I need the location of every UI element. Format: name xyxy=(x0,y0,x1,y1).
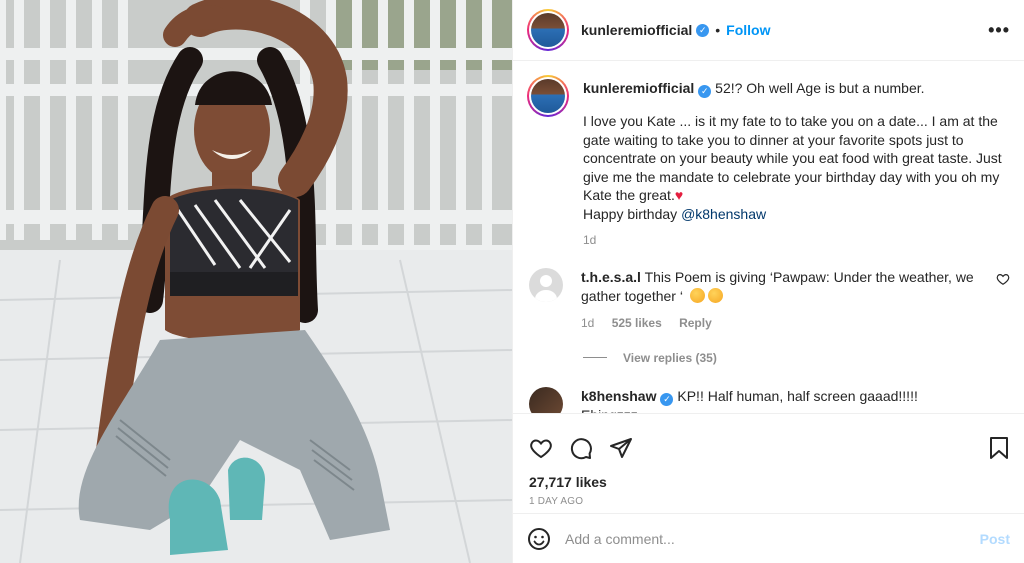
laughing-emoji-icon xyxy=(689,287,705,303)
comment-input[interactable] xyxy=(565,530,980,547)
commenter-avatar[interactable] xyxy=(529,267,563,302)
bookmark-icon[interactable] xyxy=(988,436,1010,460)
verified-badge-icon: ✓ xyxy=(696,23,710,37)
post-image[interactable] xyxy=(0,0,512,563)
post-side-panel: kunleremiofficial ✓ • Follow ••• kunlere… xyxy=(512,0,1024,563)
comment-item: t.h.e.s.a.l This Poem is giving ‘Pawpaw:… xyxy=(527,267,1010,333)
smiley-icon[interactable] xyxy=(527,527,551,551)
comment-like-heart-icon[interactable] xyxy=(996,272,1010,286)
likes-count[interactable]: 27,717 likes xyxy=(513,468,1024,490)
add-comment-bar: Post xyxy=(513,513,1024,563)
caption-username[interactable]: kunleremiofficial xyxy=(583,80,694,96)
author-username[interactable]: kunleremiofficial xyxy=(581,22,692,38)
author-avatar[interactable] xyxy=(527,9,569,51)
post-photo-illustration xyxy=(0,0,512,563)
view-replies-label: View replies (35) xyxy=(623,350,717,365)
replies-divider xyxy=(583,357,607,358)
comment-icon[interactable] xyxy=(569,436,593,460)
heart-icon[interactable] xyxy=(529,436,553,460)
laughing-emoji-icon xyxy=(707,287,723,303)
mention-link[interactable]: @k8henshaw xyxy=(681,206,766,222)
post-header: kunleremiofficial ✓ • Follow ••• xyxy=(513,0,1024,61)
separator-dot: • xyxy=(715,22,721,38)
comment-likes[interactable]: 525 likes xyxy=(612,316,662,330)
instagram-post: kunleremiofficial ✓ • Follow ••• kunlere… xyxy=(0,0,1024,563)
verified-badge-icon: ✓ xyxy=(660,392,674,406)
verified-badge-icon: ✓ xyxy=(698,85,712,98)
post-caption: kunleremiofficial ✓ 52!? Oh well Age is b… xyxy=(527,75,1010,250)
follow-button[interactable]: Follow xyxy=(726,22,770,38)
caption-body-text: I love you Kate ... is it my fate to to … xyxy=(583,113,1002,203)
red-heart-emoji-icon: ♥ xyxy=(674,187,684,203)
view-replies-button[interactable]: View replies (35) xyxy=(583,351,1010,365)
paper-plane-icon[interactable] xyxy=(609,436,633,460)
caption-age[interactable]: 1d xyxy=(583,233,596,247)
caption-first-line: 52!? Oh well Age is but a number. xyxy=(715,80,925,96)
commenter-username[interactable]: k8henshaw xyxy=(581,388,656,404)
caption-author-avatar[interactable] xyxy=(527,75,569,117)
post-timestamp[interactable]: 1 DAY AGO xyxy=(513,490,1024,507)
more-options-icon[interactable]: ••• xyxy=(988,20,1010,41)
commenter-username[interactable]: t.h.e.s.a.l xyxy=(581,269,641,285)
comment-item: k8henshaw ✓ KP!! Half human, half screen … xyxy=(527,386,1010,413)
reply-button[interactable]: Reply xyxy=(679,316,712,330)
commenter-avatar[interactable] xyxy=(529,386,563,413)
post-comment-button[interactable]: Post xyxy=(980,531,1010,547)
comment-age[interactable]: 1d xyxy=(581,316,594,330)
comments-section[interactable]: kunleremiofficial ✓ 52!? Oh well Age is b… xyxy=(513,61,1024,413)
caption-happy-text: Happy birthday xyxy=(583,205,682,222)
post-actions: 27,717 likes 1 DAY AGO Post xyxy=(513,413,1024,563)
